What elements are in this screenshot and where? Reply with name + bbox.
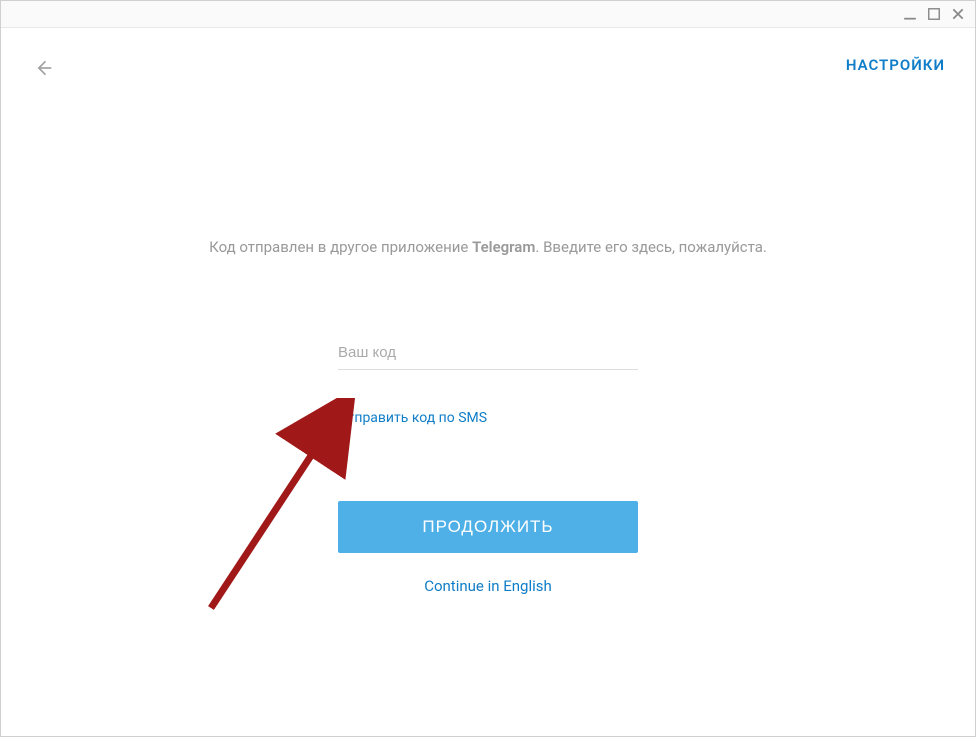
instruction-text: Код отправлен в другое приложение Telegr…	[209, 238, 767, 256]
window-titlebar	[1, 1, 975, 27]
minimize-button[interactable]	[903, 7, 917, 21]
instruction-before: Код отправлен в другое приложение	[209, 238, 472, 256]
back-button[interactable]	[31, 56, 55, 80]
continue-button[interactable]: ПРОДОЛЖИТЬ	[338, 501, 638, 553]
instruction-app-name: Telegram	[472, 238, 535, 256]
instruction-after: . Введите его здесь, пожалуйста.	[535, 238, 766, 256]
send-sms-link[interactable]: Отправить код по SMS	[338, 410, 487, 426]
code-input[interactable]	[338, 336, 638, 370]
maximize-button[interactable]	[927, 7, 941, 21]
continue-english-link[interactable]: Continue in English	[338, 577, 638, 595]
close-button[interactable]	[951, 7, 965, 21]
settings-link[interactable]: НАСТРОЙКИ	[846, 56, 945, 74]
